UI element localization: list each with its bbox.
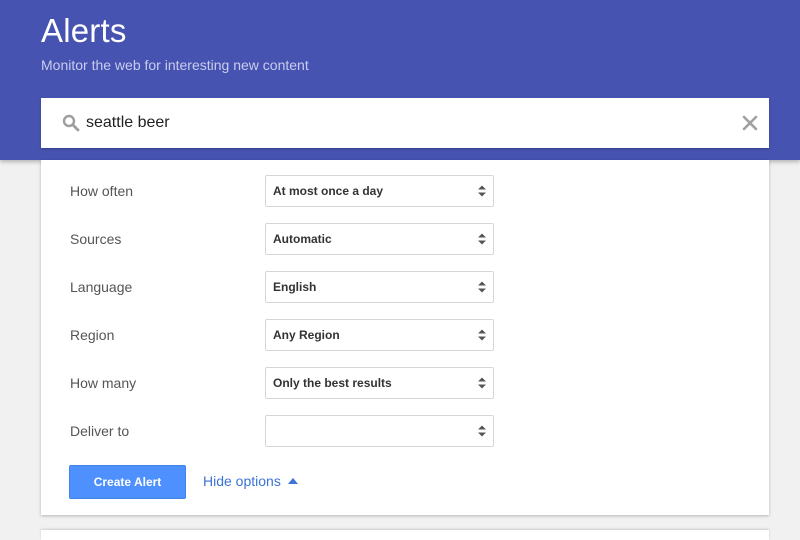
create-alert-button[interactable]: Create Alert: [69, 465, 186, 499]
how-many-value: Only the best results: [273, 376, 392, 390]
app-subtitle: Monitor the web for interesting new cont…: [41, 57, 309, 73]
close-icon[interactable]: [742, 115, 758, 131]
search-icon: [62, 114, 80, 132]
deliver-to-select[interactable]: [265, 415, 494, 447]
how-many-select[interactable]: Only the best results: [265, 367, 494, 399]
next-card-edge: [41, 530, 769, 540]
select-arrows-icon: [478, 329, 486, 341]
how-often-value: At most once a day: [273, 184, 384, 198]
sources-select[interactable]: Automatic: [265, 223, 494, 255]
region-label: Region: [70, 327, 115, 343]
deliver-to-label: Deliver to: [70, 423, 130, 439]
language-value: English: [273, 280, 317, 294]
how-often-select[interactable]: At most once a day: [265, 175, 494, 207]
how-often-label: How often: [70, 183, 134, 199]
language-label: Language: [70, 279, 133, 295]
select-arrows-icon: [478, 425, 486, 437]
caret-up-icon[interactable]: [288, 478, 298, 484]
search-input[interactable]: [86, 110, 726, 136]
options-panel: How often At most once a day Sources Aut…: [41, 160, 769, 515]
hide-options-link[interactable]: Hide options: [203, 473, 281, 489]
region-value: Any Region: [273, 328, 340, 342]
region-select[interactable]: Any Region: [265, 319, 494, 351]
select-arrows-icon: [478, 281, 486, 293]
how-many-label: How many: [70, 375, 137, 391]
app-title: Alerts: [41, 12, 127, 49]
sources-value: Automatic: [273, 232, 332, 246]
select-arrows-icon: [478, 233, 486, 245]
select-arrows-icon: [478, 185, 486, 197]
select-arrows-icon: [478, 377, 486, 389]
search-box[interactable]: [41, 98, 769, 148]
sources-label: Sources: [70, 231, 122, 247]
language-select[interactable]: English: [265, 271, 494, 303]
